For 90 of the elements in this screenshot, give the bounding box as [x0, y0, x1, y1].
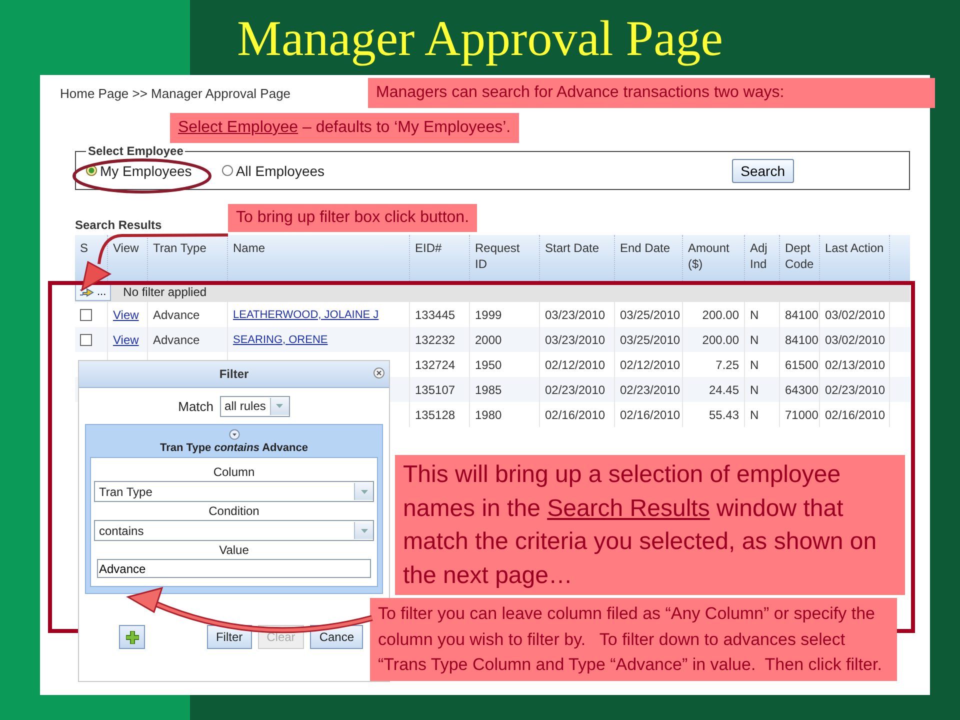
search-button[interactable]: Search — [732, 158, 794, 182]
column-dropdown[interactable]: Tran Type — [94, 481, 374, 502]
close-icon[interactable] — [373, 367, 385, 379]
table-cell: N — [750, 332, 759, 346]
table-cell: 133445 — [415, 308, 456, 322]
callout-note: To bring up filter box click button. — [228, 204, 478, 232]
table-cell: 135128 — [415, 408, 456, 422]
table-cell: 02/13/2010 — [825, 358, 886, 372]
column-header[interactable]: Start Date — [545, 240, 609, 256]
table-cell: 1985 — [475, 382, 502, 396]
plus-icon — [126, 630, 138, 644]
table-cell: 200.00 — [702, 308, 739, 322]
collapse-icon[interactable] — [228, 429, 240, 440]
table-cell: 03/23/2010 — [545, 332, 606, 346]
table-cell: 84100 — [785, 332, 818, 346]
rule-title: Tran Type contains Advance — [160, 442, 308, 454]
column-header[interactable]: Tran Type — [153, 240, 222, 256]
section-title: Search Results — [75, 218, 162, 232]
table-cell: 03/02/2010 — [825, 308, 886, 322]
breadcrumb: Home Page >> Manager Approval Page — [60, 86, 291, 102]
column-header[interactable]: Name — [233, 240, 404, 256]
table-cell: 1999 — [475, 308, 502, 322]
filter-status: No filter applied — [123, 285, 207, 299]
dropdown-icon — [360, 528, 368, 532]
table-cell: 03/02/2010 — [825, 332, 886, 346]
row-checkbox[interactable] — [80, 334, 92, 346]
table-cell: 1950 — [475, 358, 502, 372]
match-dropdown[interactable]: all rules — [220, 396, 290, 416]
table-cell: 55.43 — [708, 408, 739, 422]
column-header[interactable]: View — [113, 240, 142, 256]
column-header[interactable]: Adj Ind — [750, 240, 774, 272]
arrow-icon — [80, 286, 94, 298]
table-cell: 03/23/2010 — [545, 308, 606, 322]
dropdown-icon — [276, 404, 284, 408]
field-label: Condition — [208, 503, 260, 520]
table-cell: 200.00 — [702, 332, 739, 346]
column-header[interactable]: EID# — [415, 240, 464, 256]
table-cell: 61500 — [785, 358, 818, 372]
table-cell: 1980 — [475, 408, 502, 422]
table-cell: 132232 — [415, 332, 456, 346]
callout-note: Managers can search for Advance transactions two ways: — [368, 78, 935, 108]
column-header[interactable]: S — [80, 240, 102, 256]
column-header[interactable]: Dept Code — [785, 240, 814, 272]
table-cell: 02/16/2010 — [825, 408, 886, 422]
table-cell: 7.25 — [716, 358, 739, 372]
table-cell: N — [750, 408, 759, 422]
condition-dropdown[interactable]: contains — [94, 520, 374, 541]
table-cell: 2000 — [475, 332, 502, 346]
table-cell: 135107 — [415, 382, 456, 396]
view-link[interactable]: View — [113, 308, 139, 322]
table-cell: 64300 — [785, 382, 818, 396]
table-cell: Advance — [153, 308, 200, 322]
radio-icon[interactable] — [222, 165, 233, 176]
add-rule-button[interactable] — [119, 625, 145, 649]
name-link[interactable]: SEARING, ORENE — [233, 334, 328, 346]
column-header[interactable]: End Date — [620, 240, 677, 256]
match-label: Match — [178, 398, 214, 414]
name-link[interactable]: LEATHERWOOD, JOLAINE J — [233, 308, 379, 320]
dialog-title: Filter — [219, 367, 249, 381]
table-cell: 02/12/2010 — [545, 358, 606, 372]
column-header[interactable]: Amount ($) — [688, 240, 739, 272]
table-cell: N — [750, 382, 759, 396]
table-cell: N — [750, 358, 759, 372]
fieldset-legend: Select Employee — [86, 144, 186, 158]
table-cell: 132724 — [415, 358, 456, 372]
value-input[interactable]: Advance — [97, 559, 371, 578]
table-cell: N — [750, 308, 759, 322]
slide-title: Manager Approval Page — [236, 8, 724, 68]
table-cell: 02/16/2010 — [620, 408, 680, 422]
field-label: Value — [219, 542, 249, 559]
table-cell: 84100 — [785, 308, 818, 322]
callout-note: Select Employee – defaults to ‘My Employees’. — [170, 113, 519, 143]
table-cell: 02/23/2010 — [545, 382, 606, 396]
table-cell: 24.45 — [708, 382, 739, 396]
dropdown-icon — [360, 490, 368, 494]
table-cell: 03/25/2010 — [620, 308, 680, 322]
table-cell: Advance — [153, 332, 200, 346]
table-cell: 02/23/2010 — [825, 382, 886, 396]
table-cell: 02/12/2010 — [620, 358, 680, 372]
view-link[interactable]: View — [113, 332, 139, 346]
table-cell: 03/25/2010 — [620, 332, 680, 346]
callout-note: To filter you can leave column filed as “Any Column” or specify the column you wish to filter by. To filter down to advances select “Trans Type Column and Type “Advance” in value. Then click filter. — [370, 598, 897, 680]
column-header[interactable]: Request ID — [475, 240, 534, 272]
table-cell: 02/16/2010 — [545, 408, 606, 422]
field-label: Column — [213, 464, 255, 481]
table-cell: 71000 — [785, 408, 818, 422]
callout-note: This will bring up a selection of employee names in the Search Results window that match the criteria you selected, as shown on the next page… — [395, 455, 905, 596]
column-header[interactable]: Last Action — [825, 240, 884, 256]
table-cell: 02/23/2010 — [620, 382, 680, 396]
row-checkbox[interactable] — [80, 308, 92, 320]
